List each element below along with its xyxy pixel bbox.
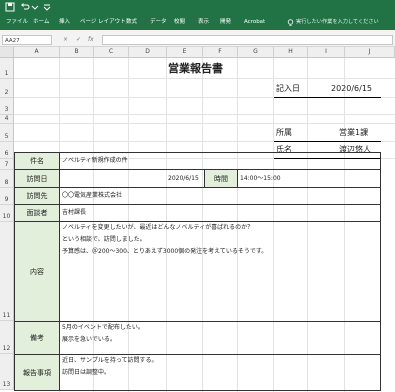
column-header-g[interactable]: G — [238, 47, 274, 58]
row-header-5[interactable]: 5 — [0, 124, 14, 142]
tab-page-layout[interactable]: ページ レイアウト — [80, 18, 126, 27]
subject-value: ノベルティ新規作成の件 — [62, 157, 128, 164]
row-header-7[interactable]: 7 — [0, 159, 14, 170]
ribbon-tab-bar: ファイル ホーム 挿入 ページ レイアウト 数式 データ 校閲 表示 開発 Ac… — [0, 16, 395, 30]
select-all-corner[interactable] — [0, 47, 14, 58]
content-line-1: ノベルティを変更したいが、最近はどんなノベルティが喜ばれるのか？ — [62, 224, 254, 231]
row-header-10[interactable]: 10 — [0, 205, 14, 222]
entry-date-value: 2020/6/15 — [331, 84, 373, 93]
title-bar — [0, 0, 395, 16]
worksheet-grid[interactable]: A B C D E F G H I J 1 2 3 4 5 6 7 8 9 10… — [0, 47, 395, 392]
column-header-h[interactable]: H — [274, 47, 308, 58]
save-icon[interactable] — [5, 2, 15, 12]
column-header-b[interactable]: B — [60, 47, 94, 58]
column-header-e[interactable]: E — [167, 47, 203, 58]
tell-me-search[interactable]: 実行したい作業を入力してください — [296, 18, 379, 27]
insert-function-icon[interactable]: fx — [88, 35, 94, 45]
row-header-4[interactable]: 4 — [0, 115, 14, 124]
row-header-1[interactable]: 1 — [0, 58, 14, 79]
column-header-a[interactable]: A — [14, 47, 60, 58]
row-header-8[interactable]: 8 — [0, 170, 14, 188]
notes-line-2: 展示を急いでいる。 — [62, 336, 116, 343]
gridline — [14, 114, 395, 115]
gridline — [14, 123, 395, 124]
formula-bar: AA27 × ✓ fx — [0, 33, 395, 47]
entry-date-label: 記入日 — [276, 84, 300, 93]
department-label: 所属 — [276, 128, 292, 137]
tab-acrobat[interactable]: Acrobat — [244, 18, 265, 27]
row-header-2[interactable]: 2 — [0, 79, 14, 98]
row-header-12[interactable]: 12 — [0, 321, 14, 354]
row-header-3[interactable]: 3 — [0, 98, 14, 115]
name-box[interactable]: AA27 — [2, 35, 52, 45]
tab-insert[interactable]: 挿入 — [59, 18, 70, 27]
tab-home[interactable]: ホーム — [33, 18, 49, 27]
column-header-f[interactable]: F — [203, 47, 238, 58]
column-header-i[interactable]: I — [308, 47, 345, 58]
lightbulb-icon — [287, 19, 294, 26]
content-line-2: という相談で、訪問しました。 — [62, 236, 146, 243]
formula-cancel-icon[interactable]: × — [63, 35, 68, 45]
visit-destination-label: 訪問先 — [14, 187, 60, 205]
row-header-6[interactable]: 6 — [0, 142, 14, 159]
time-label: 時間 — [204, 169, 238, 188]
row-header-9[interactable]: 9 — [0, 188, 14, 205]
notes-line-1: 5月のイベントで配布したい。 — [62, 324, 144, 331]
time-value: 14:00～15:00 — [240, 175, 281, 182]
tab-data[interactable]: データ — [150, 18, 167, 27]
column-header-c[interactable]: C — [94, 47, 129, 58]
formula-enter-icon[interactable]: ✓ — [76, 35, 81, 45]
tab-formulas[interactable]: 数式 — [126, 18, 137, 27]
tab-view[interactable]: 表示 — [198, 18, 209, 27]
undo-icon[interactable] — [20, 2, 30, 12]
department-underline — [274, 141, 381, 142]
visit-destination-value: 〇〇電気産業株式会社 — [62, 192, 123, 199]
interviewer-value: 吉村課長 — [62, 209, 87, 216]
undo-dropdown-icon[interactable] — [30, 2, 40, 12]
row-header-13[interactable]: 13 — [0, 354, 14, 390]
content-label: 内容 — [14, 221, 60, 322]
visit-date-value: 2020/6/15 — [168, 175, 199, 182]
tab-file[interactable]: ファイル — [6, 18, 28, 27]
column-header-d[interactable]: D — [129, 47, 167, 58]
report-title: 営業報告書 — [168, 62, 223, 75]
tab-review[interactable]: 校閲 — [174, 18, 185, 27]
tab-developer[interactable]: 開発 — [220, 18, 231, 27]
gridline — [14, 78, 395, 79]
quick-access-customize-icon[interactable] — [42, 2, 52, 12]
subject-label: 件名 — [14, 152, 60, 170]
date-underline — [274, 97, 381, 98]
interviewer-label: 面談者 — [14, 204, 60, 222]
row-header-11[interactable]: 11 — [0, 222, 14, 321]
notes-label: 備考 — [14, 321, 60, 355]
report-items-label: 報告事項 — [14, 354, 60, 391]
report-line-1: 近日、サンプルを持って訪問する。 — [62, 357, 158, 364]
formula-input[interactable] — [102, 35, 393, 45]
content-line-3: 予算感は、＠200～300、とりあえず3000個の発注を考えているそうです。 — [62, 248, 268, 255]
department-value: 営業1課 — [339, 128, 369, 137]
report-line-2: 訪問日は調整中。 — [62, 369, 111, 376]
column-header-j[interactable]: J — [345, 47, 395, 58]
visit-date-label: 訪問日 — [14, 169, 60, 188]
interviewer-cell[interactable] — [59, 204, 381, 222]
